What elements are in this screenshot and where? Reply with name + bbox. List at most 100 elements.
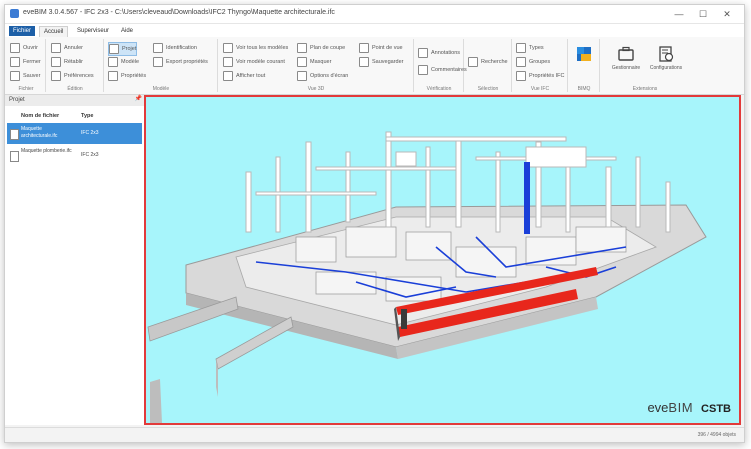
ribbon-group-modele: Projet Modèle Propriétés Identification … (105, 39, 218, 92)
masquer-button[interactable]: Masquer (297, 56, 331, 68)
evebim-cstb-logo: eveBIM CSTB (647, 400, 731, 415)
annuler-button[interactable]: Annuler (51, 42, 83, 54)
ribbon-group-bimq: BIMQ (569, 39, 600, 92)
open-folder-icon (10, 42, 20, 53)
fermer-button[interactable]: Fermer (10, 56, 41, 68)
voir-modele-courant-button[interactable]: Voir modèle courant (223, 56, 285, 68)
ribbon-group-fichier: Ouvrir Fermer Sauver Fichier (7, 39, 46, 92)
proprietes-button[interactable]: Propriétés (108, 70, 146, 82)
bimq-button[interactable] (570, 43, 598, 83)
group-label-bimq: BIMQ (577, 86, 591, 92)
identification-button[interactable]: Identification (153, 42, 197, 54)
voir-tous-modeles-button[interactable]: Voir tous les modèles (223, 42, 288, 54)
gestionnaire-button[interactable]: Gestionnaire (609, 43, 643, 83)
ribbon-group-vue-ifc: Types Groupes Propriétés IFC Vue IFC (513, 39, 568, 92)
types-button[interactable]: Types (516, 42, 544, 54)
column-header-name[interactable]: Nom de fichier (21, 113, 59, 119)
properties-icon (108, 70, 118, 81)
file-type: IFC 2x3 (81, 152, 99, 158)
configuration-icon (659, 46, 674, 62)
preferences-button[interactable]: Préférences (51, 70, 94, 82)
types-icon (516, 42, 526, 53)
project-icon (109, 43, 119, 54)
annotation-icon (418, 47, 428, 58)
identification-icon (153, 42, 163, 53)
group-label-edition: Édition (67, 86, 83, 92)
file-name: Maquette architecturale.ifc (21, 126, 58, 139)
projet-button[interactable]: Projet (108, 42, 138, 56)
ribbon-group-selection: Recherche Sélection (465, 39, 512, 92)
building-3d-model (147, 131, 707, 423)
groups-icon (516, 56, 526, 67)
column-header-type[interactable]: Type (81, 113, 93, 119)
file-icon (10, 129, 19, 140)
minimize-button[interactable]: — (669, 7, 689, 21)
ifc-properties-icon (516, 70, 526, 81)
show-all-icon (223, 70, 233, 81)
tab-superviseur[interactable]: Superviseur (73, 26, 113, 36)
tab-fichier[interactable]: Fichier (9, 26, 36, 36)
pin-icon[interactable]: 📌 (135, 95, 142, 102)
configurations-button[interactable]: Configurations (647, 43, 685, 83)
app-logo-icon (10, 9, 19, 18)
afficher-tout-button[interactable]: Afficher tout (223, 70, 265, 82)
hide-icon (297, 56, 307, 67)
group-label-vue-3d: Vue 3D (307, 86, 325, 92)
tab-aide[interactable]: Aide (117, 26, 137, 36)
close-button[interactable]: ✕ (717, 7, 737, 21)
retablir-button[interactable]: Rétablir (51, 56, 83, 68)
export-icon (153, 56, 163, 67)
file-type: IFC 2x3 (81, 130, 99, 136)
maximize-button[interactable]: ☐ (693, 7, 713, 21)
groupes-button[interactable]: Groupes (516, 56, 550, 68)
section-plane-icon (297, 42, 307, 53)
ribbon-toolbar: Ouvrir Fermer Sauver Fichier Annuler Rét… (5, 37, 744, 95)
sauver-button[interactable]: Sauver (10, 70, 40, 82)
search-icon (468, 56, 478, 67)
settings-icon (51, 70, 61, 81)
viewpoint-icon (359, 42, 369, 53)
briefcase-icon (618, 46, 634, 61)
view-current-icon (223, 56, 233, 67)
file-icon (10, 151, 19, 162)
group-label-extensions: Extensions (632, 86, 658, 92)
commentaires-button[interactable]: Commentaires (418, 64, 467, 76)
ouvrir-button[interactable]: Ouvrir (10, 42, 38, 54)
group-label-verification: Vérification (426, 86, 452, 92)
screen-options-icon (297, 70, 307, 81)
export-proprietes-button[interactable]: Export propriétés (153, 56, 208, 68)
group-label-fichier: Fichier (18, 86, 34, 92)
view-all-icon (223, 42, 233, 53)
title-bar: eveBIM 3.0.4.567 - IFC 2x3 - C:\Users\cl… (5, 5, 744, 24)
file-row[interactable]: Maquette architecturale.ifc IFC 2x3 (7, 123, 142, 144)
status-bar: 396 / 4994 objets (5, 427, 744, 442)
status-text: 396 / 4994 objets (697, 432, 736, 438)
redo-icon (51, 56, 61, 67)
bimq-icon (577, 47, 591, 61)
modele-button[interactable]: Modèle (108, 56, 139, 68)
group-label-vue-ifc: Vue IFC (530, 86, 550, 92)
save-icon (10, 70, 20, 81)
ribbon-group-vue-3d: Voir tous les modèles Voir modèle couran… (219, 39, 414, 92)
sauvegarder-vue-button[interactable]: Sauvegarder (359, 56, 404, 68)
file-name: Maquette plomberie.ifc (21, 148, 72, 154)
recherche-button[interactable]: Recherche (468, 56, 508, 68)
tab-accueil[interactable]: Accueil (39, 26, 69, 37)
model-icon (108, 56, 118, 67)
close-file-icon (10, 56, 20, 67)
app-window: eveBIM 3.0.4.567 - IFC 2x3 - C:\Users\cl… (4, 4, 745, 443)
plan-de-coupe-button[interactable]: Plan de coupe (297, 42, 345, 54)
group-label-selection: Sélection (477, 86, 499, 92)
file-row[interactable]: Maquette plomberie.ifc IFC 2x3 (7, 145, 142, 166)
proprietes-ifc-button[interactable]: Propriétés IFC (516, 70, 564, 82)
annotations-button[interactable]: Annotations (418, 47, 460, 59)
save-view-icon (359, 56, 369, 67)
ribbon-group-verification: Annotations Commentaires Vérification (415, 39, 467, 92)
ribbon-group-extensions: Gestionnaire Configurations Extensions (601, 39, 689, 92)
point-de-vue-button[interactable]: Point de vue (359, 42, 403, 54)
options-ecran-button[interactable]: Options d'écran (297, 70, 348, 82)
project-panel: Projet 📌 Nom de fichier Type Maquette ar… (5, 95, 145, 425)
menu-bar: Fichier Accueil Superviseur Aide (5, 24, 744, 37)
window-title: eveBIM 3.0.4.567 - IFC 2x3 - C:\Users\cl… (23, 9, 335, 16)
3d-viewport[interactable]: eveBIM CSTB (144, 95, 741, 425)
